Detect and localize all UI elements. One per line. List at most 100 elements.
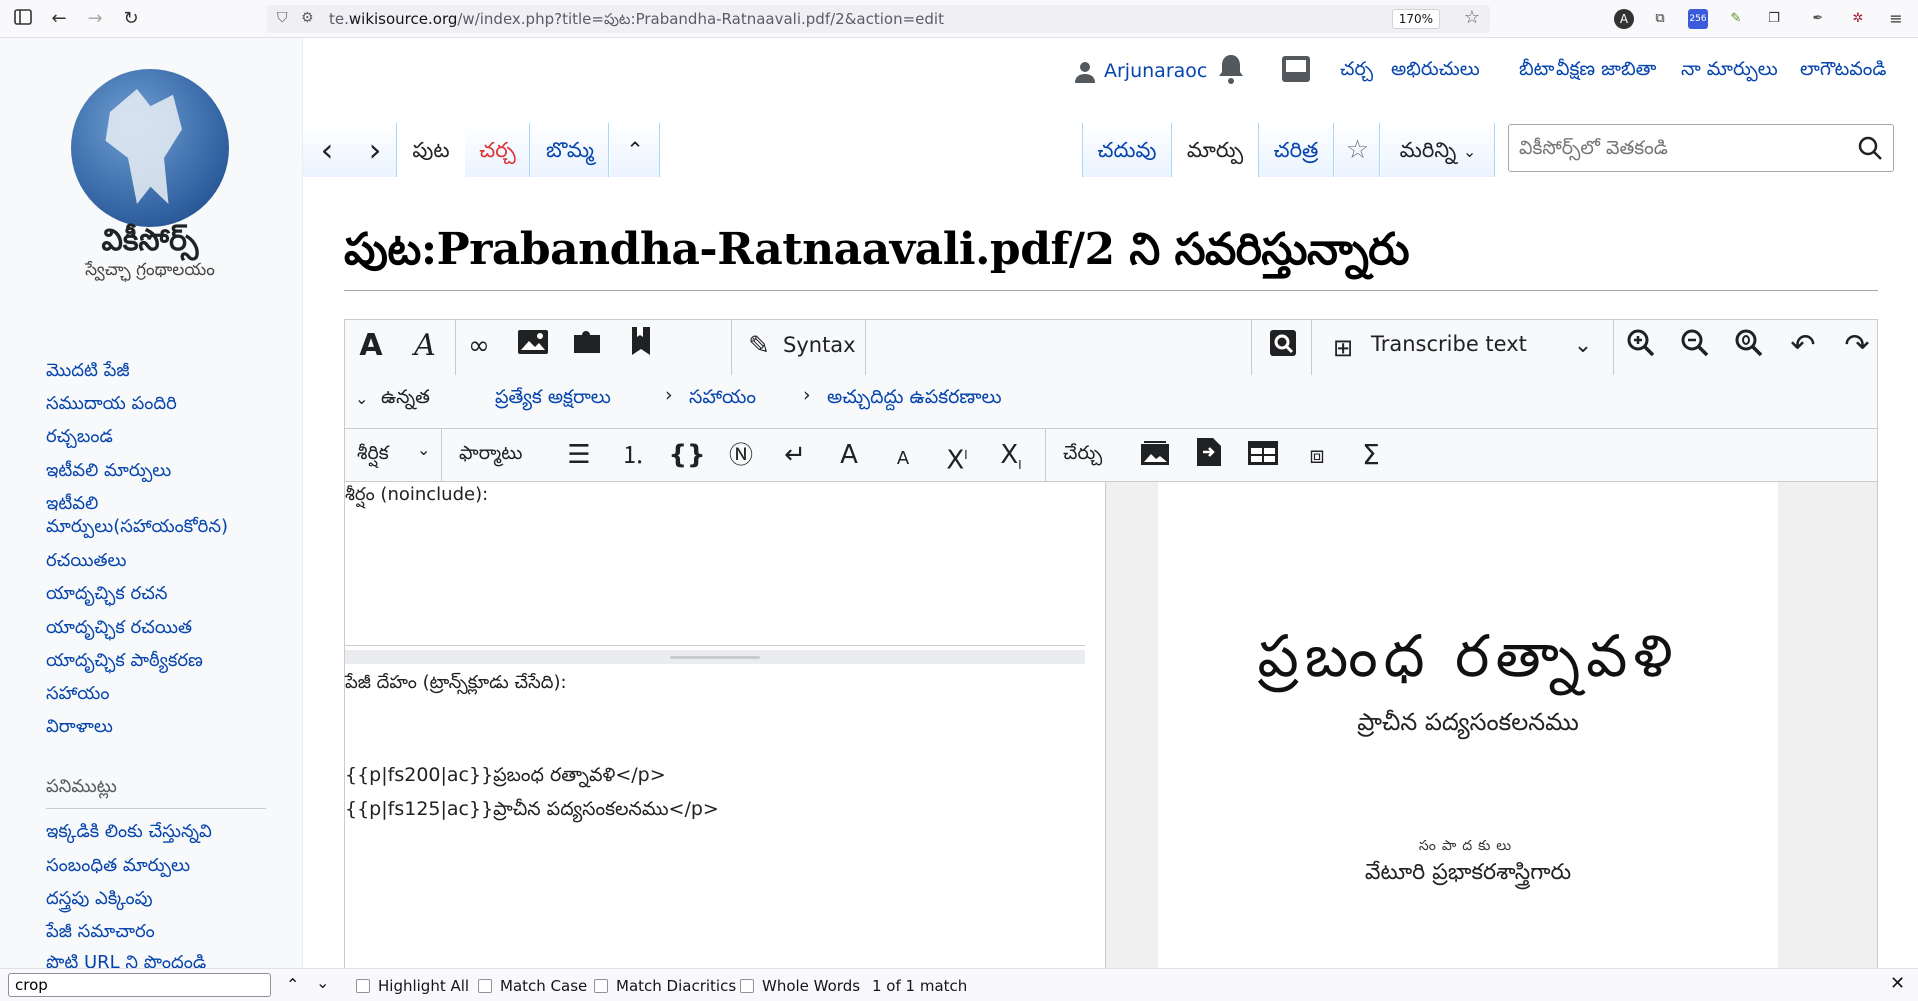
body-textarea[interactable]: {{p|fs200|ac}}ప్రబంధ రత్నావళి</p> {{p|fs… <box>345 706 1085 968</box>
inbox-tray-icon[interactable] <box>1280 54 1312 84</box>
nav-random-proofread[interactable]: యాదృచ్ఛిక పాఠ్యీకరణ <box>46 650 203 675</box>
preferences-link[interactable]: అభిరుచులు <box>1391 58 1480 88</box>
syntax-highlight-icon[interactable]: ✎ <box>739 326 779 366</box>
nav-recent-changes[interactable]: ఇటీవలి మార్పులు <box>46 460 171 485</box>
tool-related-changes[interactable]: సంబంధిత మార్పులు <box>46 855 190 880</box>
highlight-all-checkbox[interactable]: Highlight All <box>356 977 469 995</box>
tool-upload-file[interactable]: దస్త్రపు ఎక్కింపు <box>46 888 153 913</box>
prev-page-icon[interactable]: ‹ <box>312 123 342 177</box>
nav-donations[interactable]: విరాళాలు <box>46 716 113 741</box>
special-chars-tab[interactable]: ప్రత్యేక అక్షరాలు <box>495 386 611 413</box>
addon-leaf-icon[interactable]: ✎ <box>1726 9 1746 29</box>
logout-link[interactable]: లాగౌటవండి <box>1800 58 1887 88</box>
close-find-icon[interactable]: ✕ <box>1890 973 1905 994</box>
resize-handle[interactable] <box>345 650 1085 664</box>
reference-bookmark-icon[interactable] <box>621 326 661 366</box>
undo-icon[interactable]: ↶ <box>1783 326 1823 366</box>
account-icon[interactable]: A <box>1614 9 1634 29</box>
nav-authors[interactable]: రచయితలు <box>46 550 127 575</box>
contributions-link[interactable]: నా మార్పులు <box>1681 58 1778 88</box>
zoom-out-icon[interactable] <box>1675 328 1715 368</box>
wikisource-logo[interactable] <box>71 69 229 227</box>
transcribe-text-dropdown[interactable]: Transcribe text <box>1371 332 1527 356</box>
find-next-icon[interactable]: ⌄ <box>316 973 329 992</box>
tool-what-links-here[interactable]: ఇక్కడికి లింకు చేస్తున్నవి <box>46 821 212 846</box>
bulleted-list-icon[interactable]: ☰ <box>559 435 599 475</box>
find-previous-icon[interactable]: ⌃ <box>286 975 299 994</box>
small-text-icon[interactable]: A <box>883 439 923 479</box>
template-puzzle-icon[interactable] <box>567 326 607 366</box>
zoom-reset-icon[interactable] <box>1729 328 1769 368</box>
site-info-icon[interactable]: ⚙ <box>301 10 314 26</box>
italic-icon[interactable]: A <box>405 326 445 366</box>
notifications-bell-icon[interactable] <box>1216 52 1246 86</box>
bold-icon[interactable]: A <box>351 326 391 366</box>
tab-history[interactable]: చరిత్ర <box>1258 123 1334 177</box>
search-box[interactable] <box>1508 124 1894 172</box>
next-page-icon[interactable]: › <box>360 123 390 177</box>
transcribe-chevron-icon[interactable]: ⌄ <box>1563 326 1603 366</box>
match-case-checkbox[interactable]: Match Case <box>478 977 587 995</box>
url-bar[interactable]: ⛉ ⚙ te.wikisource.org/w/index.php?title=… <box>267 5 1490 33</box>
extensions-icon[interactable]: ⧉ <box>1650 9 1670 29</box>
beta-link[interactable]: బీటా <box>1519 58 1554 88</box>
addon-red-icon[interactable]: ✲ <box>1848 9 1868 29</box>
addon-pen-icon[interactable]: ✒ <box>1808 9 1828 29</box>
transcribe-icon[interactable]: ⊞ <box>1323 328 1363 368</box>
redirect-icon[interactable] <box>1189 437 1229 477</box>
nav-community-portal[interactable]: సముదాయ పందిరి <box>46 393 177 418</box>
syntax-toggle-label[interactable]: Syntax <box>783 333 856 357</box>
proofread-tools-tab[interactable]: అచ్చుదిద్దు ఉపకరణాలు <box>827 386 1002 413</box>
ocr-icon[interactable] <box>1263 328 1303 368</box>
tab-read[interactable]: చదువు <box>1082 123 1172 177</box>
addon-256-icon[interactable]: 256 <box>1688 9 1708 29</box>
gallery-icon[interactable] <box>1135 437 1175 477</box>
user-talk-link[interactable]: చర్చ <box>1340 58 1373 88</box>
link-icon[interactable]: ∞ <box>459 326 499 366</box>
advanced-chevron-icon[interactable]: ⌄ <box>355 389 368 408</box>
math-sigma-icon[interactable]: Σ <box>1351 435 1391 475</box>
reload-icon[interactable]: ↻ <box>120 8 142 30</box>
newline-icon[interactable]: ↵ <box>775 435 815 475</box>
page-scan-image[interactable]: ప్రబంధ రత్నావళి ప్రాచీన పద్యసంకలనము సంపా… <box>1158 482 1778 968</box>
logo-wordmark[interactable]: వికీసోర్స్ <box>20 223 280 265</box>
nav-recent-help-changes-line1[interactable]: ఇటీవలి <box>46 493 98 518</box>
tab-talk[interactable]: చర్చ <box>465 123 530 177</box>
nav-recent-help-changes-line2[interactable]: మార్పులు(సహాయంకోరిన) <box>46 516 228 541</box>
nav-random-author[interactable]: యాదృచ్ఛిక రచయిత <box>46 617 192 642</box>
nowiki-braces-icon[interactable]: {} <box>667 435 707 475</box>
bookmark-star-icon[interactable]: ☆ <box>1464 7 1480 28</box>
forward-icon[interactable]: → <box>84 8 106 30</box>
nav-main-page[interactable]: మొదటి పేజీ <box>46 360 130 385</box>
addon-doc-icon[interactable]: ❐ <box>1764 9 1784 29</box>
back-icon[interactable]: ← <box>48 8 70 30</box>
watch-star-icon[interactable]: ☆ <box>1335 123 1380 177</box>
url-text[interactable]: te.wikisource.org/w/index.php?title=పుట:… <box>329 10 944 32</box>
nav-village-pump[interactable]: రచ్చబండ <box>46 426 113 451</box>
tab-page[interactable]: పుట <box>398 123 464 177</box>
menu-icon[interactable]: ≡ <box>1886 9 1906 29</box>
redo-icon[interactable]: ↷ <box>1837 326 1877 366</box>
match-diacritics-checkbox[interactable]: Match Diacritics <box>594 977 736 995</box>
search-icon[interactable] <box>1857 135 1883 161</box>
zoom-in-icon[interactable] <box>1621 328 1661 368</box>
help-tab[interactable]: సహాయం <box>689 386 756 413</box>
advanced-tab[interactable]: ఉన్నత <box>381 386 430 413</box>
tab-image[interactable]: బొమ్మ <box>531 123 609 177</box>
tab-edit[interactable]: మార్పు <box>1173 123 1257 177</box>
superscript-icon[interactable]: XI <box>937 435 977 476</box>
whole-words-checkbox[interactable]: Whole Words <box>740 977 860 995</box>
search-input[interactable] <box>1519 125 1839 171</box>
heading-chevron-icon[interactable]: ⌄ <box>417 440 430 459</box>
tool-page-info[interactable]: పేజీ సమాచారం <box>46 921 155 946</box>
watchlist-link[interactable]: వీక్షణ జాబితా <box>1556 58 1656 88</box>
nav-help[interactable]: సహాయం <box>46 683 110 708</box>
sidebar-toggle-icon[interactable] <box>12 8 34 30</box>
shield-icon[interactable]: ⛉ <box>277 10 288 26</box>
header-textarea[interactable] <box>345 516 1085 646</box>
nbsp-icon[interactable]: ⧈ <box>1297 435 1337 475</box>
more-menu[interactable]: మరిన్ని ⌄ <box>1381 123 1495 177</box>
embed-image-icon[interactable] <box>513 326 553 366</box>
subscript-icon[interactable]: XI <box>991 435 1031 475</box>
nowiki-strike-icon[interactable]: Ⓝ <box>721 435 761 475</box>
